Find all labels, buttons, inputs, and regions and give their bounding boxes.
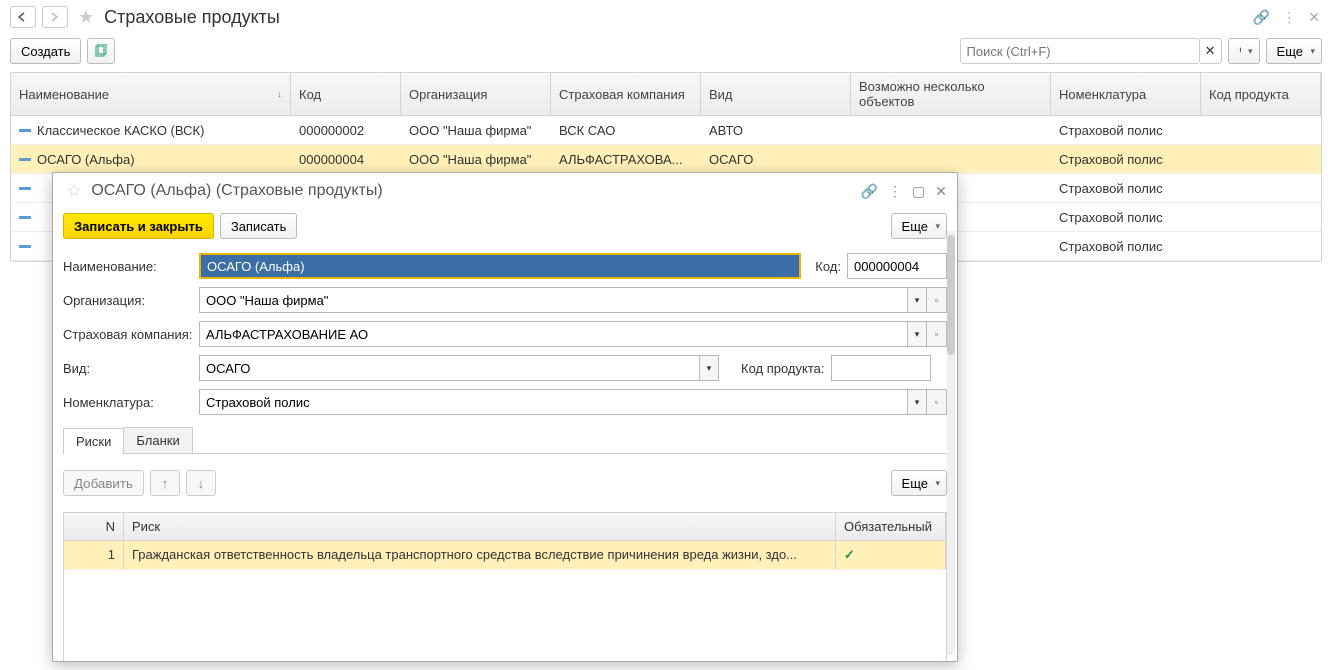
favorite-star-icon[interactable]: ★ bbox=[78, 7, 94, 28]
org-open-icon[interactable]: ▫ bbox=[927, 287, 947, 313]
nav-back-button[interactable] bbox=[10, 6, 36, 28]
col-code[interactable]: Код bbox=[291, 73, 401, 115]
create-button[interactable]: Создать bbox=[10, 38, 81, 64]
dialog-toolbar: Записать и закрыть Записать Еще bbox=[53, 209, 957, 247]
type-dropdown-icon[interactable]: ▾ bbox=[699, 355, 719, 381]
tabs: Риски Бланки bbox=[63, 427, 947, 454]
label-name: Наименование: bbox=[63, 259, 193, 274]
col-nom[interactable]: Номенклатура bbox=[1051, 73, 1201, 115]
save-close-button[interactable]: Записать и закрыть bbox=[63, 213, 214, 239]
name-field[interactable] bbox=[199, 253, 801, 279]
search-button[interactable] bbox=[1228, 38, 1260, 64]
row-icon bbox=[19, 129, 31, 132]
clear-search-button[interactable]: ✕ bbox=[1200, 38, 1222, 64]
label-prod: Код продукта: bbox=[741, 361, 825, 376]
label-code: Код: bbox=[815, 259, 841, 274]
col-org[interactable]: Организация bbox=[401, 73, 551, 115]
close-icon[interactable]: ✕ bbox=[1306, 7, 1322, 28]
ins-dropdown-icon[interactable]: ▾ bbox=[907, 321, 927, 347]
dialog-more-button[interactable]: Еще bbox=[891, 213, 947, 239]
dialog-titlebar: ☆ ОСАГО (Альфа) (Страховые продукты) 🔗 ⋮… bbox=[53, 173, 957, 209]
risk-more-button[interactable]: Еще bbox=[891, 470, 947, 496]
grid-header: Наименование↓ Код Организация Страховая … bbox=[11, 73, 1321, 116]
dialog-body: Наименование: Код: Организация: ▾ ▫ Стра… bbox=[53, 247, 957, 661]
row-icon bbox=[19, 216, 31, 219]
dialog-maximize-icon[interactable]: ▢ bbox=[912, 183, 925, 200]
move-up-button[interactable]: ↑ bbox=[150, 470, 180, 496]
link-icon[interactable]: 🔗 bbox=[1251, 7, 1272, 28]
copy-button[interactable] bbox=[87, 38, 115, 64]
risk-toolbar: Добавить ↑ ↓ Еще bbox=[63, 462, 947, 504]
dialog-star-icon[interactable]: ☆ bbox=[67, 181, 81, 201]
save-button[interactable]: Записать bbox=[220, 213, 298, 239]
label-nom: Номенклатура: bbox=[63, 395, 193, 410]
move-down-button[interactable]: ↓ bbox=[186, 470, 216, 496]
risk-table: N Риск Обязательный 1 Гражданская ответс… bbox=[63, 512, 947, 661]
row-icon bbox=[19, 158, 31, 161]
check-icon: ✓ bbox=[844, 547, 855, 562]
add-risk-button[interactable]: Добавить bbox=[63, 470, 144, 496]
dialog-kebab-icon[interactable]: ⋮ bbox=[888, 183, 902, 200]
prod-field[interactable] bbox=[831, 355, 931, 381]
table-row[interactable]: ОСАГО (Альфа) 000000004 ООО "Наша фирма"… bbox=[11, 145, 1321, 174]
col-type[interactable]: Вид bbox=[701, 73, 851, 115]
nom-open-icon[interactable]: ▫ bbox=[927, 389, 947, 415]
dialog-close-icon[interactable]: ✕ bbox=[935, 183, 947, 200]
risk-col-risk[interactable]: Риск bbox=[124, 513, 836, 540]
nom-dropdown-icon[interactable]: ▾ bbox=[907, 389, 927, 415]
org-field[interactable] bbox=[199, 287, 907, 313]
type-field[interactable] bbox=[199, 355, 699, 381]
search-input[interactable] bbox=[960, 38, 1200, 64]
dialog-scrollbar[interactable] bbox=[947, 231, 955, 655]
tab-blanks[interactable]: Бланки bbox=[123, 427, 192, 453]
col-prod[interactable]: Код продукта bbox=[1201, 73, 1321, 115]
col-multi[interactable]: Возможно несколько объектов bbox=[851, 73, 1051, 115]
label-ins: Страховая компания: bbox=[63, 327, 193, 342]
risk-row[interactable]: 1 Гражданская ответственность владельца … bbox=[64, 541, 946, 570]
ins-field[interactable] bbox=[199, 321, 907, 347]
label-org: Организация: bbox=[63, 293, 193, 308]
code-field[interactable] bbox=[847, 253, 947, 279]
table-row[interactable]: Классическое КАСКО (ВСК) 000000002 ООО "… bbox=[11, 116, 1321, 145]
ins-open-icon[interactable]: ▫ bbox=[927, 321, 947, 347]
more-button[interactable]: Еще bbox=[1266, 38, 1322, 64]
col-ins[interactable]: Страховая компания bbox=[551, 73, 701, 115]
tab-risks[interactable]: Риски bbox=[63, 428, 124, 454]
nav-forward-button[interactable] bbox=[42, 6, 68, 28]
dialog-title: ОСАГО (Альфа) (Страховые продукты) bbox=[91, 182, 382, 200]
sort-indicator-icon: ↓ bbox=[277, 89, 282, 100]
dialog-link-icon[interactable]: 🔗 bbox=[861, 183, 878, 200]
toolbar: Создать ✕ Еще bbox=[0, 34, 1332, 72]
row-icon bbox=[19, 245, 31, 248]
col-name[interactable]: Наименование↓ bbox=[11, 73, 291, 115]
risk-col-n[interactable]: N bbox=[64, 513, 124, 540]
page-title: Страховые продукты bbox=[104, 7, 280, 28]
kebab-icon[interactable]: ⋮ bbox=[1280, 7, 1298, 28]
label-type: Вид: bbox=[63, 361, 193, 376]
topbar: ★ Страховые продукты 🔗 ⋮ ✕ bbox=[0, 0, 1332, 34]
row-icon bbox=[19, 187, 31, 190]
org-dropdown-icon[interactable]: ▾ bbox=[907, 287, 927, 313]
edit-dialog: ☆ ОСАГО (Альфа) (Страховые продукты) 🔗 ⋮… bbox=[52, 172, 958, 662]
nom-field[interactable] bbox=[199, 389, 907, 415]
risk-col-req[interactable]: Обязательный bbox=[836, 513, 946, 540]
